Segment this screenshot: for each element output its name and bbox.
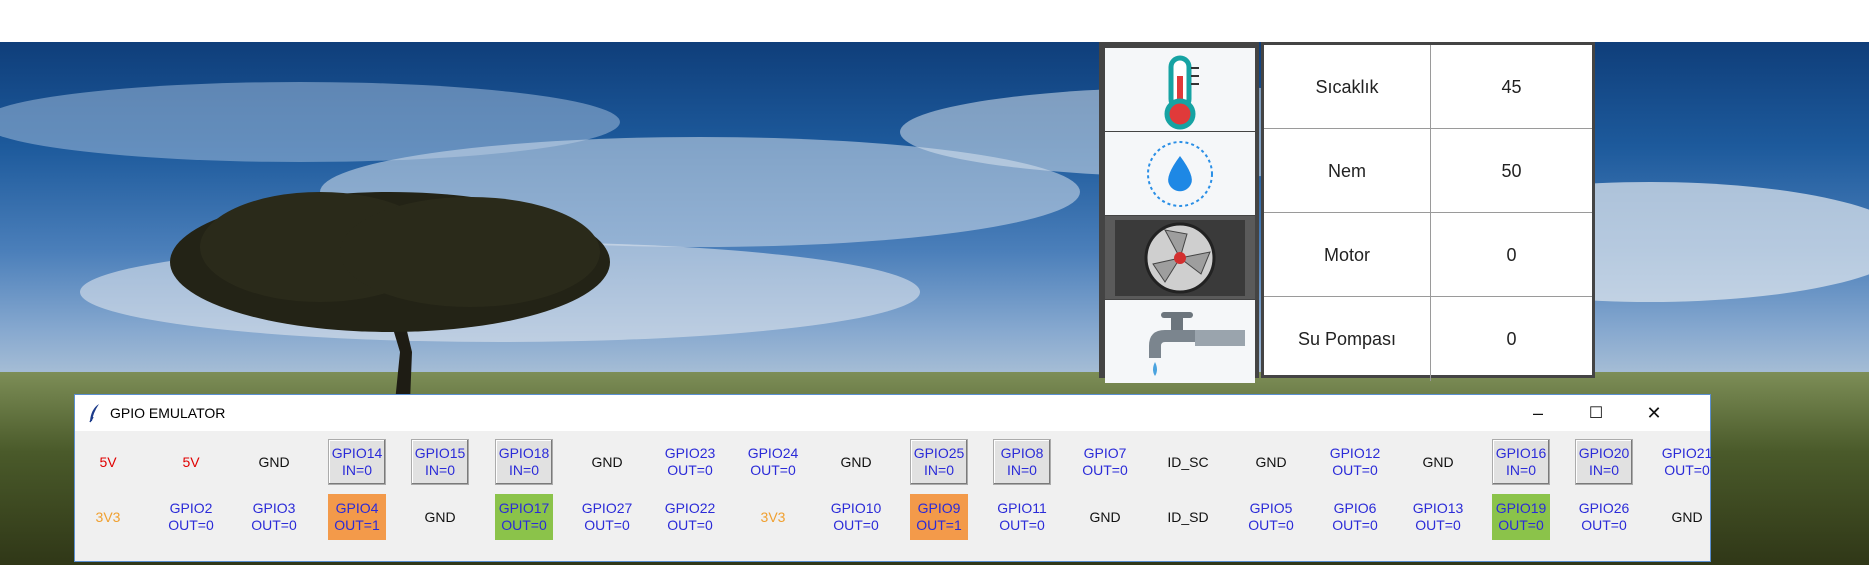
gpio-pin[interactable]: GPIO22 OUT=0: [661, 494, 719, 540]
gpio-pin[interactable]: GPIO26 OUT=0: [1575, 494, 1633, 540]
thermometer-icon: [1105, 48, 1255, 131]
gpio-pin[interactable]: GPIO13 OUT=0: [1409, 494, 1467, 540]
faucet-icon: [1105, 300, 1255, 383]
gpio-pin[interactable]: 3V3: [79, 494, 137, 540]
gpio-pin[interactable]: GND: [1076, 494, 1134, 540]
gpio-pin[interactable]: GND: [245, 439, 303, 485]
sensor-row-humidity: Nem 50: [1264, 129, 1592, 213]
gpio-pin[interactable]: GND: [578, 439, 636, 485]
gpio-pin[interactable]: GPIO7 OUT=0: [1076, 439, 1134, 485]
gpio-pin[interactable]: GPIO11 OUT=0: [993, 494, 1051, 540]
gpio-pin[interactable]: 5V: [162, 439, 220, 485]
gpio-emulator-window: GPIO EMULATOR – ☐ ✕ 5V 5V GND GPIO14 IN=0 GP…: [74, 394, 1712, 562]
sensor-label: Su Pompası: [1264, 297, 1431, 381]
gpio-pin[interactable]: GND: [1409, 439, 1467, 485]
sensor-value: 0: [1506, 328, 1517, 349]
sensor-row-water-pump: Su Pompası 0: [1264, 297, 1592, 381]
gpio-pin[interactable]: ID_SC: [1159, 439, 1217, 485]
feather-icon: [89, 404, 99, 423]
gpio-pin[interactable]: GPIO27 OUT=0: [578, 494, 636, 540]
gpio-pin[interactable]: GPIO9 OUT=1: [910, 494, 968, 540]
gpio-pin[interactable]: GPIO18 IN=0: [495, 439, 553, 485]
gpio-pin[interactable]: 5V: [79, 439, 137, 485]
top-blank-strip: [0, 0, 1869, 42]
sensor-row-temperature: Sıcaklık 45: [1264, 45, 1592, 129]
window-titlebar[interactable]: GPIO EMULATOR – ☐ ✕: [75, 395, 1710, 431]
sensor-value: 50: [1501, 160, 1522, 181]
gpio-pin[interactable]: GPIO25 IN=0: [910, 439, 968, 485]
water-drop-icon: [1105, 132, 1255, 215]
gpio-pin[interactable]: GPIO5 OUT=0: [1242, 494, 1300, 540]
sensor-label: Nem: [1264, 129, 1431, 213]
gpio-pin[interactable]: GPIO12 OUT=0: [1326, 439, 1384, 485]
gpio-pin[interactable]: GND: [1658, 494, 1716, 540]
gpio-pin[interactable]: GPIO24 OUT=0: [744, 439, 802, 485]
fan-icon: [1105, 216, 1255, 299]
gpio-pin[interactable]: GPIO10 OUT=0: [827, 494, 885, 540]
gpio-pin[interactable]: GND: [1242, 439, 1300, 485]
gpio-pin[interactable]: GND: [411, 494, 469, 540]
close-button[interactable]: ✕: [1625, 395, 1683, 431]
minimize-icon: –: [1532, 402, 1543, 423]
close-icon: ✕: [1646, 402, 1662, 423]
sensor-row-motor: Motor 0: [1264, 213, 1592, 297]
gpio-pin[interactable]: 3V3: [744, 494, 802, 540]
gpio-pin[interactable]: GPIO21 OUT=0: [1658, 439, 1716, 485]
gpio-pin[interactable]: GPIO23 OUT=0: [661, 439, 719, 485]
gpio-pin[interactable]: GPIO3 OUT=0: [245, 494, 303, 540]
screen: Sıcaklık 45 Nem 50 Motor 0 Su Pompası 0: [0, 0, 1869, 565]
gpio-pin[interactable]: ID_SD: [1159, 494, 1217, 540]
sensor-value-table: Sıcaklık 45 Nem 50 Motor 0 Su Pompası 0: [1261, 42, 1595, 381]
maximize-icon: ☐: [1588, 405, 1604, 422]
gpio-pin[interactable]: GPIO6 OUT=0: [1326, 494, 1384, 540]
gpio-pin[interactable]: GPIO15 IN=0: [411, 439, 469, 485]
minimize-button[interactable]: –: [1509, 395, 1567, 431]
gpio-pin[interactable]: GPIO20 IN=0: [1575, 439, 1633, 485]
gpio-pin[interactable]: GPIO4 OUT=1: [328, 494, 386, 540]
sensor-label: Sıcaklık: [1264, 45, 1431, 129]
gpio-pin[interactable]: GND: [827, 439, 885, 485]
sensor-panel: Sıcaklık 45 Nem 50 Motor 0 Su Pompası 0: [1099, 42, 1595, 383]
gpio-pin[interactable]: GPIO8 IN=0: [993, 439, 1051, 485]
maximize-button[interactable]: ☐: [1567, 395, 1625, 431]
gpio-pin[interactable]: GPIO19 OUT=0: [1492, 494, 1550, 540]
gpio-pin[interactable]: GPIO17 OUT=0: [495, 494, 553, 540]
gpio-pin[interactable]: GPIO2 OUT=0: [162, 494, 220, 540]
sensor-value: 0: [1506, 244, 1517, 265]
gpio-pin[interactable]: GPIO16 IN=0: [1492, 439, 1550, 485]
gpio-pin[interactable]: GPIO14 IN=0: [328, 439, 386, 485]
sensor-value: 45: [1501, 76, 1522, 97]
sensor-label: Motor: [1264, 213, 1431, 297]
sensor-icon-column: [1099, 42, 1259, 383]
window-title: GPIO EMULATOR: [110, 405, 226, 421]
